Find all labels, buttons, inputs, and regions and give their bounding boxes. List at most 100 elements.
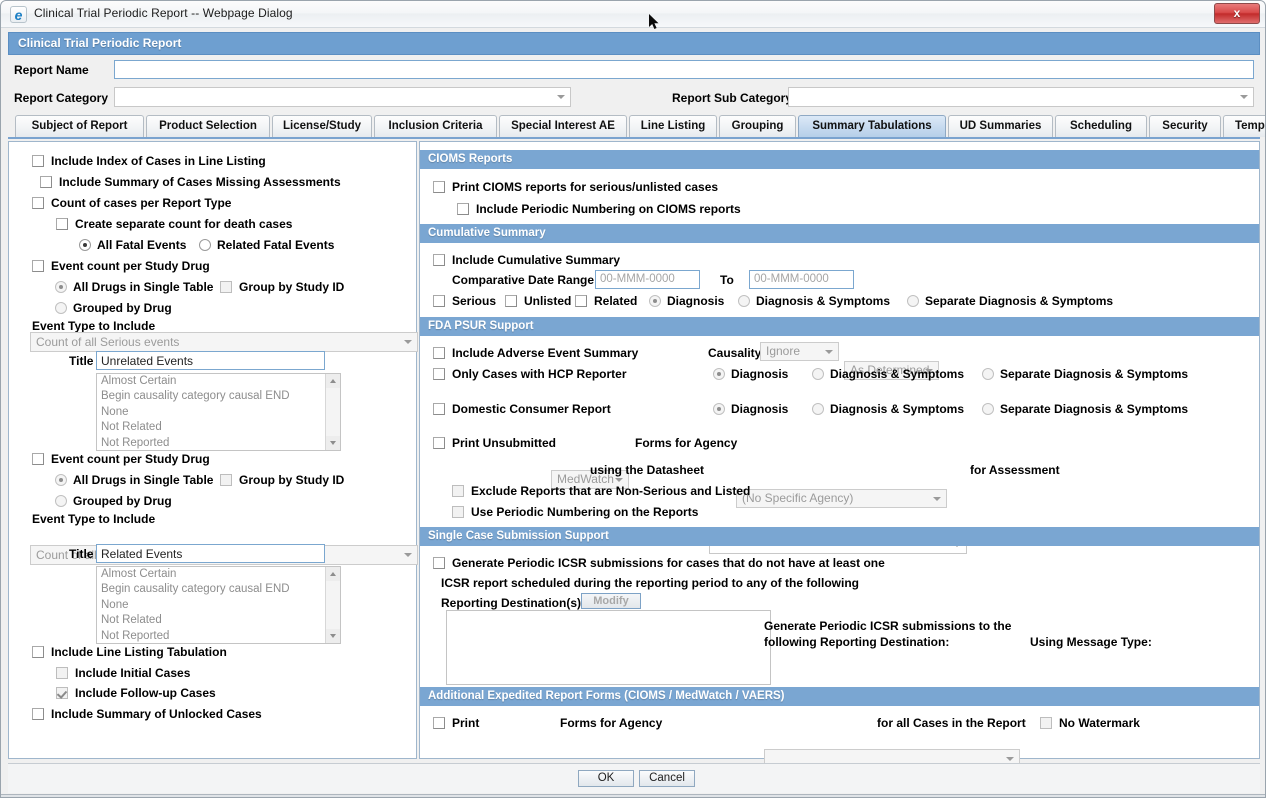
tab-subject-of-report[interactable]: Subject of Report: [15, 115, 144, 137]
radio-cumulative-diagnosis-symptoms[interactable]: [738, 295, 750, 307]
report-name-input[interactable]: [114, 60, 1254, 79]
scrollbar-vertical[interactable]: [325, 374, 340, 450]
listbox-causality-2[interactable]: Almost Certain Begin causality category …: [96, 566, 341, 644]
label-include-followup-cases: Include Follow-up Cases: [75, 686, 216, 700]
section-header-fda-psur: FDA PSUR Support: [420, 317, 1259, 336]
radio-psur-row2-separate[interactable]: [982, 403, 994, 415]
checkbox-group-by-study-id-1[interactable]: [220, 281, 232, 293]
checkbox-unlisted[interactable]: [505, 295, 517, 307]
label-only-hcp-reporter: Only Cases with HCP Reporter: [452, 367, 627, 381]
list-item[interactable]: Not Related: [97, 613, 340, 628]
listbox-reporting-destinations[interactable]: [446, 610, 771, 685]
right-options-panel: CIOMS Reports Print CIOMS reports for se…: [419, 141, 1260, 789]
checkbox-include-index-of-cases[interactable]: [32, 155, 44, 167]
list-item[interactable]: Not Related: [97, 420, 340, 435]
list-item[interactable]: None: [97, 598, 340, 613]
radio-related-fatal-events[interactable]: [199, 239, 211, 251]
input-date-to[interactable]: 00-MMM-0000: [749, 270, 854, 289]
label-group-by-study-id-2: Group by Study ID: [239, 473, 345, 487]
scroll-down-icon[interactable]: [326, 629, 340, 643]
input-date-from[interactable]: 00-MMM-0000: [595, 270, 700, 289]
checkbox-include-line-listing-tabulation[interactable]: [32, 646, 44, 658]
checkbox-periodic-numbering-cioms[interactable]: [457, 203, 469, 215]
scroll-up-icon[interactable]: [326, 374, 340, 388]
radio-psur-row2-diagnosis[interactable]: [713, 403, 725, 415]
list-item[interactable]: None: [97, 405, 340, 420]
checkbox-group-by-study-id-2[interactable]: [220, 474, 232, 486]
scroll-down-icon[interactable]: [326, 436, 340, 450]
input-title-1[interactable]: [96, 351, 325, 370]
radio-grouped-by-drug-2[interactable]: [55, 495, 67, 507]
checkbox-print-unsubmitted[interactable]: [433, 437, 445, 449]
checkbox-print-cioms-reports[interactable]: [433, 181, 445, 193]
list-item[interactable]: Not Reported: [97, 629, 340, 643]
cancel-button[interactable]: Cancel: [639, 770, 695, 787]
label-related-fatal-events: Related Fatal Events: [217, 238, 335, 252]
radio-all-drugs-single-table-1[interactable]: [55, 281, 67, 293]
checkbox-event-count-study-drug-2[interactable]: [32, 453, 44, 465]
checkbox-related[interactable]: [575, 295, 587, 307]
checkbox-domestic-consumer-report[interactable]: [433, 403, 445, 415]
list-item[interactable]: Begin causality category causal END: [97, 582, 340, 597]
tab-grouping[interactable]: Grouping: [719, 115, 796, 137]
checkbox-exclude-non-serious-listed[interactable]: [452, 485, 464, 497]
radio-psur-row1-separate[interactable]: [982, 368, 994, 380]
tab-summary-tabulations[interactable]: Summary Tabulations: [798, 115, 946, 137]
tab-ud-summaries[interactable]: UD Summaries: [948, 115, 1053, 137]
tab-scheduling[interactable]: Scheduling: [1055, 115, 1147, 137]
list-item[interactable]: Begin causality category causal END: [97, 389, 340, 404]
checkbox-serious[interactable]: [433, 295, 445, 307]
checkbox-include-adverse-event-summary[interactable]: [433, 347, 445, 359]
tab-license-study[interactable]: License/Study: [272, 115, 372, 137]
radio-all-fatal-events[interactable]: [79, 239, 91, 251]
report-name-label: Report Name: [14, 63, 89, 77]
scroll-up-icon[interactable]: [326, 567, 340, 581]
checkbox-count-per-report-type[interactable]: [32, 197, 44, 209]
report-category-dropdown[interactable]: [114, 87, 571, 107]
radio-cumulative-diagnosis[interactable]: [649, 295, 661, 307]
tab-special-interest-ae[interactable]: Special Interest AE: [499, 115, 627, 137]
label-use-periodic-numbering-reports: Use Periodic Numbering on the Reports: [471, 505, 699, 519]
tab-product-selection[interactable]: Product Selection: [146, 115, 270, 137]
tab-inclusion-criteria[interactable]: Inclusion Criteria: [374, 115, 497, 137]
checkbox-include-summary-unlocked[interactable]: [32, 708, 44, 720]
radio-psur-row1-diagnosis[interactable]: [713, 368, 725, 380]
ok-button[interactable]: OK: [578, 770, 634, 787]
tab-security[interactable]: Security: [1149, 115, 1221, 137]
checkbox-only-hcp-reporter[interactable]: [433, 368, 445, 380]
list-item[interactable]: Not Reported: [97, 436, 340, 450]
checkbox-include-summary-missing[interactable]: [40, 176, 52, 188]
report-sub-category-dropdown[interactable]: [788, 87, 1254, 107]
list-item[interactable]: Almost Certain: [97, 374, 340, 389]
input-title-2[interactable]: [96, 544, 325, 563]
checkbox-print-additional-forms[interactable]: [433, 717, 445, 729]
modify-button[interactable]: Modify: [581, 593, 641, 609]
dropdown-agency-psur[interactable]: (No Specific Agency): [736, 489, 947, 508]
radio-psur-row1-diagnosis-symptoms[interactable]: [812, 368, 824, 380]
checkbox-include-followup-cases[interactable]: [56, 687, 68, 699]
label-psur-row1-separate: Separate Diagnosis & Symptoms: [1000, 367, 1189, 381]
section-header-cioms-reports: CIOMS Reports: [420, 150, 1259, 169]
tab-line-listing[interactable]: Line Listing: [629, 115, 717, 137]
label-cumulative-diagnosis: Diagnosis: [667, 294, 725, 308]
checkbox-include-cumulative-summary[interactable]: [433, 254, 445, 266]
dropdown-event-type-1[interactable]: Count of all Serious events: [30, 332, 418, 352]
checkbox-separate-death-count[interactable]: [56, 218, 68, 230]
radio-psur-row2-diagnosis-symptoms[interactable]: [812, 403, 824, 415]
label-unlisted: Unlisted: [524, 294, 572, 308]
list-item[interactable]: Almost Certain: [97, 567, 340, 582]
scrollbar-vertical[interactable]: [325, 567, 340, 643]
checkbox-no-watermark[interactable]: [1040, 717, 1052, 729]
section-header-cumulative-summary: Cumulative Summary: [420, 224, 1259, 243]
tab-templates[interactable]: Templates: [1223, 115, 1265, 137]
checkbox-use-periodic-numbering-reports[interactable]: [452, 506, 464, 518]
radio-grouped-by-drug-1[interactable]: [55, 302, 67, 314]
radio-cumulative-separate[interactable]: [907, 295, 919, 307]
dropdown-causality[interactable]: Ignore: [760, 342, 839, 361]
listbox-causality-1[interactable]: Almost Certain Begin causality category …: [96, 373, 341, 451]
radio-all-drugs-single-table-2[interactable]: [55, 474, 67, 486]
checkbox-event-count-study-drug-1[interactable]: [32, 260, 44, 272]
checkbox-generate-periodic-icsr[interactable]: [433, 557, 445, 569]
close-icon[interactable]: x: [1214, 3, 1260, 24]
checkbox-include-initial-cases[interactable]: [56, 667, 68, 679]
